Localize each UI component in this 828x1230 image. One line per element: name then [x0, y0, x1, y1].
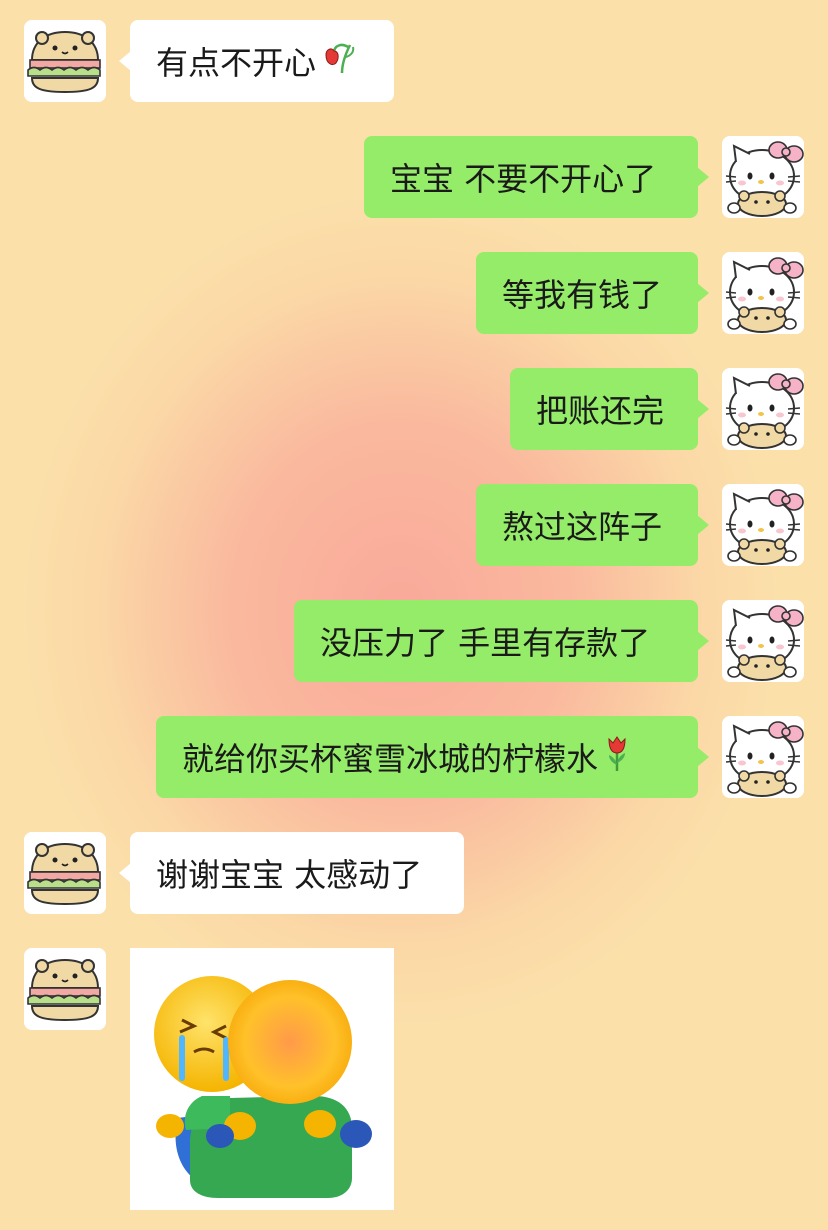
message-bubble-incoming[interactable]: 有点不开心: [119, 20, 394, 102]
message-text: 等我有钱了: [502, 276, 663, 314]
message-bubble-outgoing[interactable]: 宝宝 不要不开心了: [364, 136, 709, 218]
hello-kitty-avatar-icon[interactable]: [722, 716, 804, 798]
tulip-icon: [602, 733, 632, 781]
hug-emoji-sticker[interactable]: [130, 948, 394, 1210]
message-bubble-outgoing[interactable]: 没压力了 手里有存款了: [294, 600, 709, 682]
hello-kitty-avatar-icon[interactable]: [722, 484, 804, 566]
message-text: 有点不开心: [156, 44, 317, 82]
message-text: 没压力了 手里有存款了: [320, 624, 651, 662]
message-text: 谢谢宝宝 太感动了: [156, 856, 423, 894]
message-bubble-outgoing[interactable]: 把账还完: [510, 368, 709, 450]
message-bubble-outgoing[interactable]: 就给你买杯蜜雪冰城的柠檬水: [156, 716, 709, 798]
message-text: 就给你买杯蜜雪冰城的柠檬水: [182, 740, 599, 778]
sandwich-bear-avatar-icon[interactable]: [24, 948, 106, 1030]
hello-kitty-avatar-icon[interactable]: [722, 368, 804, 450]
hello-kitty-avatar-icon[interactable]: [722, 252, 804, 334]
message-bubble-incoming[interactable]: 谢谢宝宝 太感动了: [119, 832, 464, 914]
message-bubble-outgoing[interactable]: 等我有钱了: [476, 252, 709, 334]
hello-kitty-avatar-icon[interactable]: [722, 136, 804, 218]
message-text: 宝宝 不要不开心了: [390, 160, 657, 198]
sandwich-bear-avatar-icon[interactable]: [24, 20, 106, 102]
wilted-flower-icon: [320, 39, 356, 83]
hello-kitty-avatar-icon[interactable]: [722, 600, 804, 682]
message-bubble-outgoing[interactable]: 熬过这阵子: [476, 484, 709, 566]
message-text: 把账还完: [536, 392, 665, 430]
message-text: 熬过这阵子: [502, 508, 663, 546]
sandwich-bear-avatar-icon[interactable]: [24, 832, 106, 914]
